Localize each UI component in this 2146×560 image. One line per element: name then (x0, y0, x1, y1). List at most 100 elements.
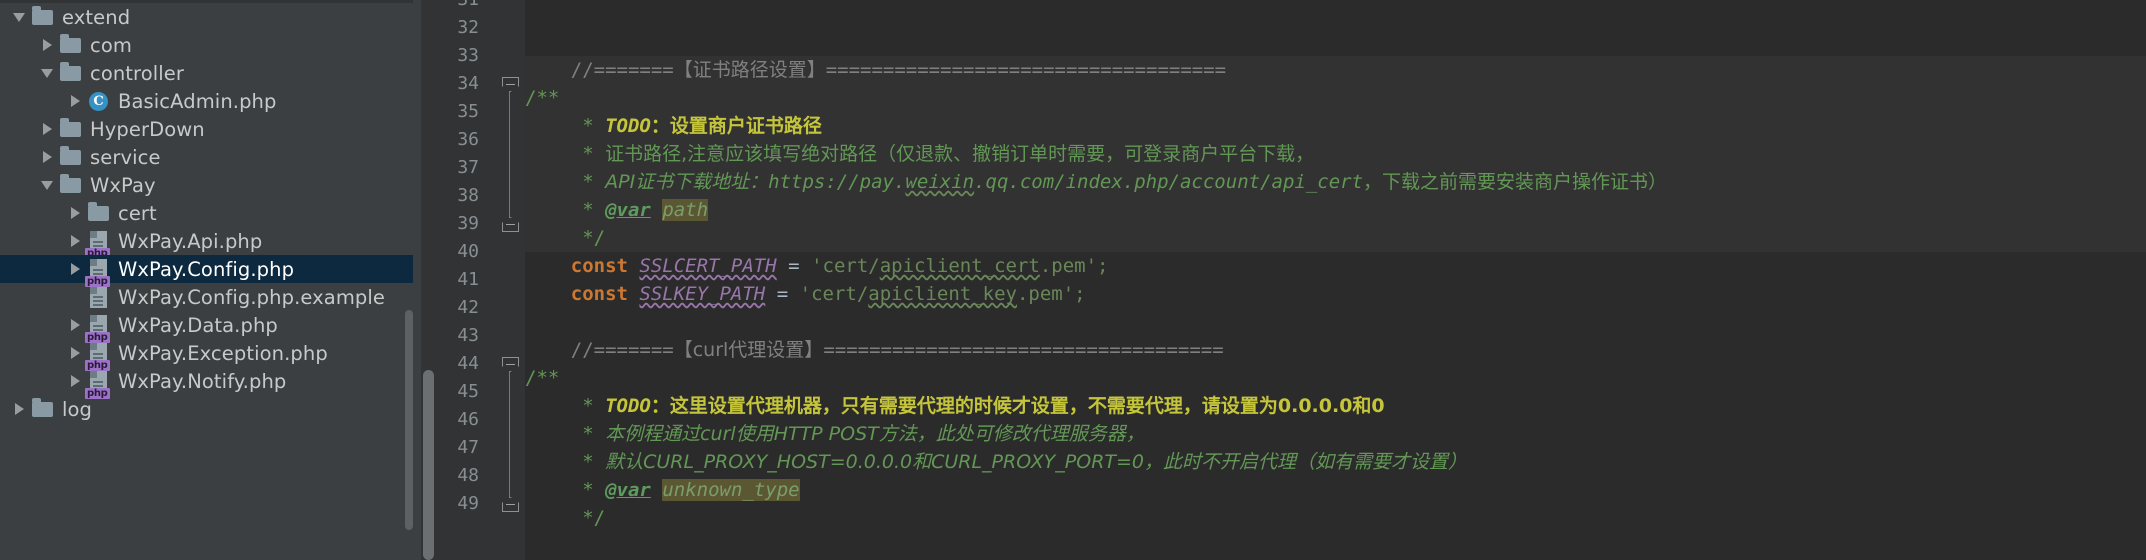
tree-item-wxpay-config-php[interactable]: php WxPay.Config.php (0, 255, 413, 287)
tree-item-log[interactable]: log (0, 395, 413, 423)
code-line-49[interactable]: */ (525, 504, 2146, 532)
chevron-down-icon[interactable] (8, 3, 30, 31)
line-number: 35 (457, 101, 479, 122)
chevron-right-icon[interactable] (36, 143, 58, 171)
doc-star: * (582, 479, 594, 501)
folder-icon (58, 171, 84, 199)
project-tree-scrollbar[interactable] (405, 310, 413, 530)
tree-item-wxpay-api-php[interactable]: php WxPay.Api.php (0, 227, 413, 259)
doc-text-37-suffix: ，下载之前需要安装商户操作证书） (1363, 171, 1668, 193)
chevron-right-icon[interactable] (8, 395, 30, 423)
chevron-right-icon[interactable] (64, 255, 86, 283)
tree-item-label: extend (62, 5, 131, 29)
code-line-31[interactable] (525, 0, 2146, 28)
tree-item-wxpay-exception-php[interactable]: php WxPay.Exception.php (0, 339, 413, 371)
line-number: 45 (457, 381, 479, 402)
chevron-right-icon[interactable] (64, 87, 86, 115)
code-line-35[interactable]: * TODO：设置商户证书路径 (525, 112, 2146, 140)
tree-item-extend[interactable]: extend (0, 3, 413, 31)
code-line-48[interactable]: * @var unknown_type (525, 476, 2146, 504)
code-line-45[interactable]: * TODO：这里设置代理机器，只有需要代理的时候才设置，不需要代理，请设置为0… (525, 392, 2146, 420)
var-type-path: path (662, 199, 709, 221)
line-number: 43 (457, 325, 479, 346)
fold-toggle-icon[interactable] (502, 77, 519, 92)
todo-text: 这里设置代理机器，只有需要代理的时候才设置，不需要代理，请设置为0.0.0.0和… (669, 395, 1385, 417)
doc-text-37-prefix: API证书下载地址： (605, 171, 769, 193)
keyword-const: const (570, 283, 628, 305)
code-line-37[interactable]: * API证书下载地址：https://pay.weixin.qq.com/in… (525, 168, 2146, 196)
chevron-down-icon[interactable] (36, 59, 58, 87)
var-type-unknown: unknown_type (662, 479, 800, 501)
project-tree-panel[interactable]: extend com controller C BasicAdmin.php HyperD… (0, 0, 413, 560)
chevron-right-icon[interactable] (64, 311, 86, 339)
tree-item-label: log (62, 397, 93, 421)
tree-item-com[interactable]: com (0, 31, 413, 59)
tree-item-label: WxPay.Notify.php (118, 369, 287, 393)
line-comment-banner: //=======【证书路径设置】=======================… (570, 59, 1227, 81)
chevron-down-icon[interactable] (36, 171, 58, 199)
code-line-47[interactable]: * 默认CURL_PROXY_HOST=0.0.0.0和CURL_PROXY_P… (525, 448, 2146, 476)
tree-item-service[interactable]: service (0, 143, 413, 171)
tree-item-label: HyperDown (90, 117, 205, 141)
tree-item-label: WxPay.Config.php.example (118, 285, 386, 309)
code-content[interactable]: //=======【证书路径设置】=======================… (525, 0, 2146, 560)
code-line-44[interactable]: /** (525, 364, 2146, 392)
tree-item-wxpay[interactable]: WxPay (0, 171, 413, 199)
fold-toggle-icon[interactable] (502, 217, 519, 232)
tree-twisty-spacer (64, 283, 86, 311)
chevron-right-icon[interactable] (64, 227, 86, 255)
fold-toggle-icon[interactable] (502, 357, 519, 372)
chevron-right-icon[interactable] (36, 115, 58, 143)
string-key-path-file: apiclient_key (868, 283, 1017, 305)
doc-star: * (582, 395, 594, 417)
code-line-33[interactable]: //=======【证书路径设置】=======================… (525, 56, 2146, 84)
code-line-40[interactable]: const SSLCERT_PATH = 'cert/apiclient_cer… (525, 252, 2146, 280)
fold-region-line (509, 77, 510, 224)
code-folding-column[interactable] (495, 0, 525, 560)
string-key-path-open: 'cert/ (799, 283, 869, 305)
code-line-39[interactable]: */ (525, 224, 2146, 252)
tree-item-wxpay-config-php-example[interactable]: WxPay.Config.php.example (0, 283, 413, 311)
tree-item-basicadmin-php[interactable]: C BasicAdmin.php (0, 87, 413, 115)
line-number: 42 (457, 297, 479, 318)
chevron-right-icon[interactable] (64, 339, 86, 367)
code-line-43[interactable]: //=======【curl代理设置】=====================… (525, 336, 2146, 364)
code-line-32[interactable] (525, 28, 2146, 56)
tree-item-hyperdown[interactable]: HyperDown (0, 115, 413, 143)
php-file-icon: php (85, 339, 112, 371)
var-tag: @var (605, 199, 651, 221)
tree-item-wxpay-data-php[interactable]: php WxPay.Data.php (0, 311, 413, 343)
chevron-right-icon[interactable] (36, 31, 58, 59)
fold-toggle-icon[interactable] (502, 497, 519, 512)
line-number: 41 (457, 269, 479, 290)
todo-colon: ： (650, 395, 670, 417)
tree-item-label: WxPay.Api.php (118, 229, 263, 253)
tree-item-label: com (90, 33, 132, 57)
tree-item-cert[interactable]: cert (0, 199, 413, 227)
line-number: 40 (457, 241, 479, 262)
project-tree-list[interactable]: extend com controller C BasicAdmin.php HyperD… (0, 3, 413, 423)
todo-keyword: TODO (605, 395, 651, 417)
tree-item-label: BasicAdmin.php (118, 89, 277, 113)
var-tag: @var (605, 479, 651, 501)
code-line-41[interactable]: const SSLKEY_PATH = 'cert/apiclient_key.… (525, 280, 2146, 308)
code-line-36[interactable]: * 证书路径,注意应该填写绝对路径（仅退款、撤销订单时需要，可登录商户平台下载， (525, 140, 2146, 168)
doc-star: * (582, 423, 594, 445)
line-number: 39 (457, 213, 479, 234)
chevron-right-icon[interactable] (64, 367, 86, 395)
code-line-42[interactable] (525, 308, 2146, 336)
editor-gutter[interactable]: 31 32 33 34 35 36 37 38 39 40 41 42 43 44 45 46 47 48 49 (413, 0, 525, 560)
code-line-46[interactable]: * 本例程通过curl使用HTTP POST方法，此处可修改代理服务器， (525, 420, 2146, 448)
doc-text-47: 默认CURL_PROXY_HOST=0.0.0.0和CURL_PROXY_POR… (605, 451, 1468, 473)
tree-item-wxpay-notify-php[interactable]: php WxPay.Notify.php (0, 367, 413, 399)
ide-window: extend com controller C BasicAdmin.php HyperD… (0, 0, 2146, 560)
constant-name-sslkey-path: SSLKEY_PATH (639, 283, 766, 305)
code-line-34[interactable]: /** (525, 84, 2146, 112)
chevron-right-icon[interactable] (64, 199, 86, 227)
code-line-38[interactable]: * @var path (525, 196, 2146, 224)
tree-item-controller[interactable]: controller (0, 59, 413, 87)
code-editor[interactable]: 31 32 33 34 35 36 37 38 39 40 41 42 43 44 45 46 47 48 49 /… (413, 0, 2146, 560)
folder-icon (58, 59, 84, 87)
tree-item-label: WxPay.Data.php (118, 313, 278, 337)
folder-icon (30, 3, 56, 31)
